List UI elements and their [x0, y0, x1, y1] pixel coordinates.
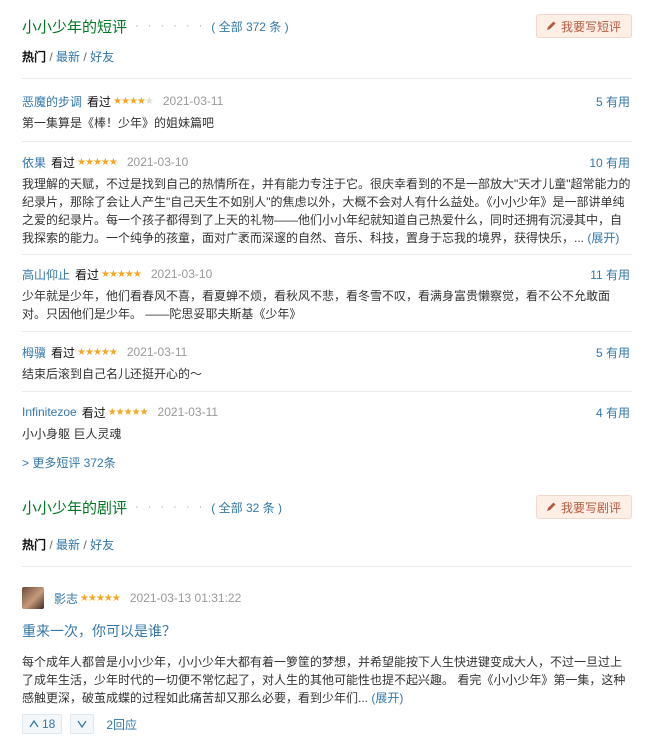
divider	[22, 141, 632, 142]
rating-stars: ★★★★★	[107, 406, 149, 418]
downvote-button[interactable]	[70, 714, 95, 734]
filter-hot[interactable]: 热门	[22, 538, 46, 552]
title-dots: · · · · · ·	[135, 501, 206, 513]
filter-latest[interactable]: 最新	[56, 50, 80, 64]
review-title-link[interactable]: 重来一次，你可以是谁？	[22, 621, 632, 641]
write-short-review-button[interactable]: 我要写短评	[535, 14, 632, 38]
comment-date: 2021-03-11	[162, 94, 224, 108]
comment-item: 栂骥 看过 ★★★★★ 2021-03-11 5 有用 结束后滚到自己名儿还挺开…	[22, 344, 630, 381]
comment-date: 2021-03-11	[157, 405, 219, 419]
comment-item: Infinitezoe 看过 ★★★★★ 2021-03-11 4 有用 小小身…	[22, 404, 630, 441]
rating-stars: ★★★★★	[80, 592, 121, 604]
replies-link[interactable]: 2回应	[106, 716, 137, 733]
comment-text: 小小身躯 巨人灵魂	[22, 427, 122, 441]
rating-stars: ★★★★★	[77, 156, 118, 168]
reviews-panel: 小小少年的短评 · · · · · · ( 全部 372 条 ) 我要写短评 热…	[0, 0, 662, 742]
comment-user[interactable]: 依果	[22, 154, 46, 171]
comment-user[interactable]: Infinitezoe	[22, 405, 77, 419]
arrow-up-icon	[29, 720, 39, 728]
long-reviews-title: 小小少年的剧评	[22, 499, 128, 517]
pen-icon	[546, 502, 556, 511]
long-reviews-count-link[interactable]: ( 全部 32 条 )	[211, 499, 282, 516]
comment-text: 我理解的天赋，不过是找到自己的热情所在，并有能力专注于它。很庆幸看到的不是一部放…	[22, 177, 631, 245]
filter-latest[interactable]: 最新	[56, 538, 80, 552]
comment-user[interactable]: 高山仰止	[22, 266, 70, 283]
short-reviews-title: 小小少年的短评	[22, 18, 128, 36]
review-body: 每个成年人都曾是小小少年，小小少年大都有着一箩筐的梦想，并希望能按下人生快进键变…	[22, 655, 626, 705]
long-review-item: 影志 ★★★★★ 2021-03-13 01:31:22 重来一次，你可以是谁？…	[22, 587, 632, 707]
upvote-button[interactable]: 18	[22, 714, 63, 734]
filter-hot[interactable]: 热门	[22, 50, 46, 64]
useful-votes-button[interactable]: 10 有用	[589, 154, 630, 171]
rating-stars: ★★★★★	[113, 95, 154, 107]
title-dots: · · · · · ·	[135, 20, 206, 32]
avatar[interactable]	[22, 587, 44, 609]
divider	[22, 391, 632, 392]
write-long-review-button[interactable]: 我要写剧评	[535, 495, 632, 519]
useful-votes-button[interactable]: 11 有用	[590, 266, 630, 283]
filter-friends[interactable]: 好友	[90, 538, 114, 552]
write-short-review-label: 我要写短评	[560, 19, 621, 34]
comment-text: 结束后滚到自己名儿还挺开心的～	[22, 367, 203, 381]
rating-stars: ★★★★★	[77, 346, 118, 358]
divider	[22, 331, 632, 332]
comment-item: 依果 看过 ★★★★★ 2021-03-10 10 有用 我理解的天赋，不过是找…	[22, 154, 631, 245]
pen-icon	[546, 21, 556, 30]
useful-votes-button[interactable]: 5 有用	[596, 344, 630, 361]
review-actions: 18 2回应	[22, 714, 137, 734]
long-reviews-filter: 热门 / 最新 / 好友	[22, 538, 115, 552]
useful-votes-button[interactable]: 5 有用	[596, 93, 630, 110]
rating-stars: ★★★★★	[101, 268, 142, 280]
arrow-down-icon	[77, 720, 87, 728]
long-reviews-header: 小小少年的剧评 · · · · · · ( 全部 32 条 ) 我要写剧评	[22, 494, 632, 520]
review-date: 2021-03-13 01:31:22	[129, 591, 242, 605]
more-short-reviews-link[interactable]: > 更多短评 372条	[22, 454, 116, 471]
comment-item: 高山仰止 看过 ★★★★★ 2021-03-10 11 有用 少年就是少年，他们…	[22, 266, 630, 321]
divider	[22, 566, 632, 567]
comment-user[interactable]: 恶魔的步调	[22, 93, 82, 110]
comment-date: 2021-03-10	[150, 267, 213, 281]
comment-text: 第一集算是《棒！少年》的姐妹篇吧	[22, 116, 215, 130]
divider	[22, 78, 632, 79]
upvote-count: 18	[42, 717, 56, 731]
comment-item: 恶魔的步调 看过 ★★★★★ 2021-03-11 5 有用 第一集算是《棒！少…	[22, 93, 630, 130]
useful-votes-button[interactable]: 4 有用	[596, 404, 630, 421]
expand-link[interactable]: (展开)	[584, 231, 619, 245]
expand-link[interactable]: (展开)	[368, 691, 403, 705]
short-reviews-filter: 热门 / 最新 / 好友	[22, 50, 115, 64]
comment-date: 2021-03-10	[126, 155, 189, 169]
divider	[22, 254, 632, 255]
short-reviews-header: 小小少年的短评 · · · · · · ( 全部 372 条 ) 我要写短评	[22, 13, 632, 39]
review-user[interactable]: 影志	[54, 590, 78, 607]
short-reviews-count-link[interactable]: ( 全部 372 条 )	[211, 18, 288, 35]
comment-user[interactable]: 栂骥	[22, 344, 46, 361]
comment-date: 2021-03-11	[126, 345, 188, 359]
comment-text: 少年就是少年，他们看春风不喜，看夏蝉不烦，看秋风不悲，看冬雪不叹，看满身富贵懒察…	[22, 289, 611, 321]
write-long-review-label: 我要写剧评	[560, 500, 621, 515]
filter-friends[interactable]: 好友	[90, 50, 114, 64]
